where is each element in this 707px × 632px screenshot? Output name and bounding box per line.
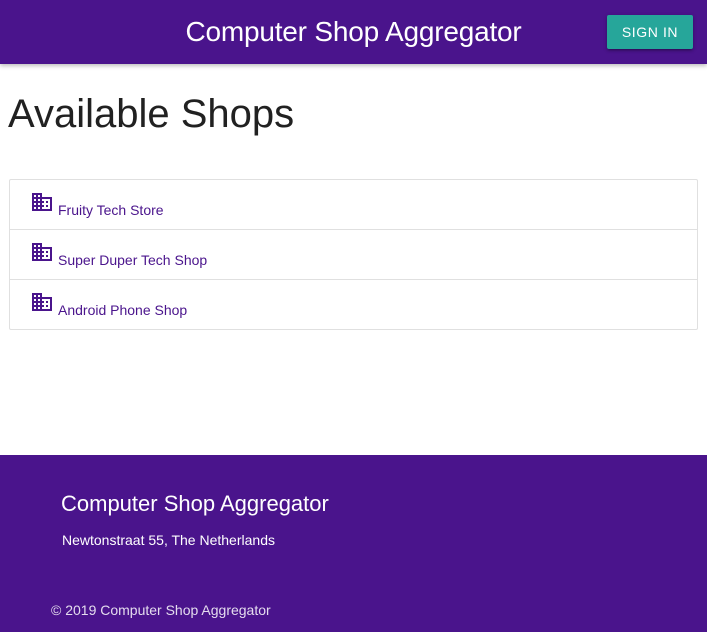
shop-list: Fruity Tech Store Super Duper Tech Shop … xyxy=(9,179,698,330)
top-navbar: Computer Shop Aggregator SIGN IN xyxy=(0,0,707,64)
shop-list-item[interactable]: Fruity Tech Store xyxy=(10,180,697,230)
business-icon xyxy=(32,293,52,311)
shop-link[interactable]: Fruity Tech Store xyxy=(58,202,164,218)
footer-address: Newtonstraat 55, The Netherlands xyxy=(62,532,275,548)
sign-in-button[interactable]: SIGN IN xyxy=(607,15,693,49)
brand-logo[interactable]: Computer Shop Aggregator xyxy=(0,0,707,64)
shop-list-item[interactable]: Android Phone Shop xyxy=(10,280,697,330)
business-icon xyxy=(32,193,52,211)
shop-link[interactable]: Android Phone Shop xyxy=(58,302,187,318)
page-footer: Computer Shop Aggregator Newtonstraat 55… xyxy=(0,455,707,632)
footer-copyright-bar: © 2019 Computer Shop Aggregator xyxy=(0,583,707,632)
copyright-text: © 2019 Computer Shop Aggregator xyxy=(51,602,271,618)
shop-link[interactable]: Super Duper Tech Shop xyxy=(58,252,207,268)
page-title: Available Shops xyxy=(8,92,295,136)
business-icon xyxy=(32,243,52,261)
footer-title: Computer Shop Aggregator xyxy=(61,491,329,516)
shop-list-item[interactable]: Super Duper Tech Shop xyxy=(10,230,697,280)
